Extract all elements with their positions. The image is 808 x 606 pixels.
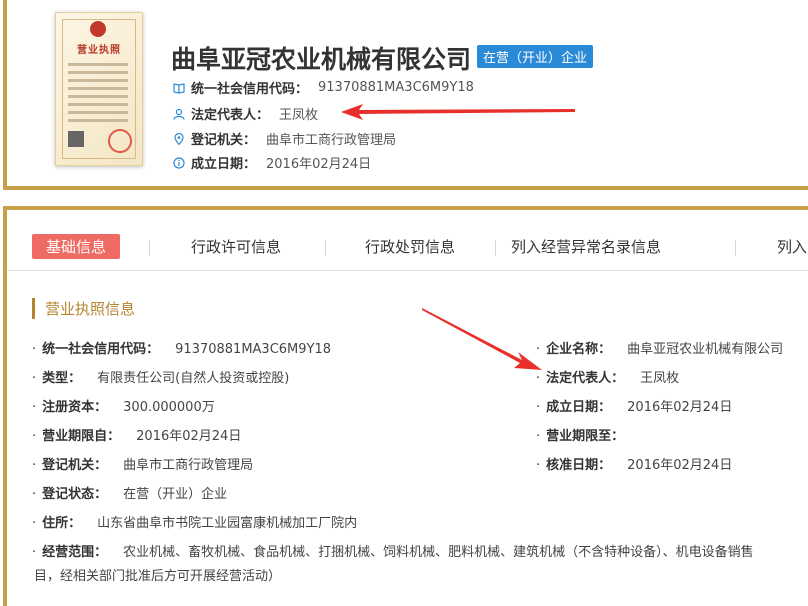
credit-code-label: 统一社会信用代码： xyxy=(191,82,309,97)
book-icon xyxy=(173,82,185,94)
legal-rep-value: 王凤枚 xyxy=(279,108,319,123)
national-emblem-icon xyxy=(90,21,106,37)
section-title: 营业执照信息 xyxy=(32,298,135,319)
license-text-lines xyxy=(68,63,128,127)
founded-value: 2016年02月24日 xyxy=(266,157,372,172)
field-address: · 住所： 山东省曲阜市书院工业园富康机械加工厂院内 xyxy=(32,516,358,531)
business-license-image[interactable]: 营业执照 xyxy=(55,12,143,166)
red-arrow-annotation xyxy=(341,104,575,120)
founded-label: 成立日期： xyxy=(191,157,257,172)
field-scope: · 经营范围： 农业机械、畜牧机械、食品机械、打捆机械、饲料机械、肥料机械、建筑机械… xyxy=(32,545,754,560)
registry-value: 曲阜市工商行政管理局 xyxy=(266,133,397,148)
license-title: 营业执照 xyxy=(77,45,121,56)
field-legal-rep: · 法定代表人： 王凤枚 xyxy=(536,371,680,386)
tab-divider xyxy=(495,240,496,256)
field-reg-status: · 登记状态： 在营（开业）企业 xyxy=(32,487,228,502)
red-arrow-annotation-2 xyxy=(422,308,542,370)
tab-divider xyxy=(149,240,150,256)
field-founded: · 成立日期： 2016年02月24日 xyxy=(536,400,733,415)
field-authority: · 登记机关： 曲阜市工商行政管理局 xyxy=(32,458,254,473)
field-capital: · 注册资本： 300.000000万 xyxy=(32,400,215,415)
tab-more[interactable]: 列入 xyxy=(763,234,808,259)
field-approved-date: · 核准日期： 2016年02月24日 xyxy=(536,458,733,473)
company-name: 曲阜亚冠农业机械有限公司 xyxy=(171,45,472,74)
credit-code-value: 91370881MA3C6M9Y18 xyxy=(318,80,474,95)
tab-divider xyxy=(735,240,736,256)
company-header-card: 营业执照 曲阜亚冠农业机械有限公司 在营（开业）企业 统一社会信用代码： 913… xyxy=(3,0,808,190)
field-type: · 类型： 有限责任公司(自然人投资或控股) xyxy=(32,371,290,386)
status-badge: 在营（开业）企业 xyxy=(477,45,594,68)
tab-basic-info[interactable]: 基础信息 xyxy=(32,234,121,259)
location-icon xyxy=(174,132,184,145)
field-term-to: · 营业期限至： xyxy=(536,429,625,444)
registry-label: 登记机关： xyxy=(191,133,257,148)
qr-code-icon xyxy=(68,131,84,147)
info-icon xyxy=(173,156,185,169)
tab-bar: 基础信息 行政许可信息 行政处罚信息 列入经营异常名录信息 列入 xyxy=(7,226,808,271)
legal-rep-label: 法定代表人： xyxy=(191,108,270,123)
field-term-from: · 营业期限自： 2016年02月24日 xyxy=(32,429,242,444)
registry-row: 登记机关： 曲阜市工商行政管理局 xyxy=(173,129,396,148)
user-icon xyxy=(173,108,185,120)
founded-row: 成立日期： 2016年02月24日 xyxy=(173,153,371,172)
tab-abnormal-list[interactable]: 列入经营异常名录信息 xyxy=(497,234,675,259)
field-credit-code: · 统一社会信用代码： 91370881MA3C6M9Y18 xyxy=(32,342,332,357)
detail-card: 基础信息 行政许可信息 行政处罚信息 列入经营异常名录信息 列入 营业执照信息 … xyxy=(3,206,808,606)
seal-stamp-icon xyxy=(108,129,132,153)
tab-divider xyxy=(325,240,326,256)
field-company-name: · 企业名称： 曲阜亚冠农业机械有限公司 xyxy=(536,342,784,357)
legal-rep-row: 法定代表人： 王凤枚 xyxy=(173,104,318,123)
credit-code-row: 统一社会信用代码： 91370881MA3C6M9Y18 xyxy=(173,78,474,97)
tab-admin-license[interactable]: 行政许可信息 xyxy=(177,234,295,259)
tab-admin-penalty[interactable]: 行政处罚信息 xyxy=(351,234,469,259)
field-scope-continued: 目，经相关部门批准后方可开展经营活动） xyxy=(34,569,282,584)
